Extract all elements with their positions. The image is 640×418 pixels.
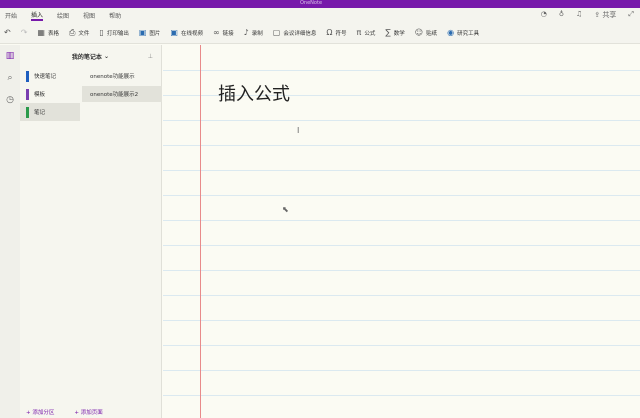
add-section-button[interactable]: + 添加分区 (26, 408, 54, 416)
tab-view[interactable]: 视图 (83, 11, 95, 20)
symbol-icon: Ω (326, 28, 333, 37)
notifications-icon[interactable]: ◔ (541, 10, 547, 20)
sticker-button[interactable]: ☺ 贴纸 (415, 28, 437, 37)
text-cursor-icon: I (297, 126, 300, 135)
share-label: 共享 (602, 11, 617, 19)
research-icon: ◉ (447, 28, 455, 37)
panel-footer: + 添加分区 + 添加页面 (26, 408, 103, 416)
notebooks-icon[interactable]: ▥ (0, 45, 20, 67)
share-button[interactable]: ⇪ 共享 (594, 10, 616, 20)
lightbulb-icon[interactable]: ♁ (559, 10, 564, 20)
section-color (26, 106, 29, 118)
notebook-selector[interactable]: 我的笔记本 ⌄ ⊥ (20, 45, 161, 67)
label: 会议详细信息 (283, 30, 317, 37)
picture-icon: ▣ (138, 28, 147, 37)
insert-toolbar: ↶ ↷ ▦ 表格 ⎙ 文件 ▯ 打印输出 ▣ 图片 ▣ 在线视频 ∞ 链接 ♪ 录制 ▢ 会议详… (0, 22, 640, 44)
audio-button[interactable]: ♪ 录制 (244, 28, 263, 37)
pointer-cursor-icon: ⬉ (282, 205, 289, 214)
section-templates[interactable]: 模板 (20, 85, 80, 103)
sticker-icon: ☺ (414, 28, 424, 37)
label: 录制 (251, 30, 263, 37)
label: 表格 (47, 30, 59, 37)
notebook-name: 我的笔记本 (71, 53, 102, 61)
window-title: OneNote (300, 0, 323, 6)
label: 打印输出 (106, 30, 129, 37)
add-page-button[interactable]: + 添加页面 (74, 408, 102, 416)
research-button[interactable]: ◉ 研究工具 (447, 28, 479, 37)
label: 研究工具 (457, 30, 480, 37)
page-title[interactable]: 插入公式 (218, 80, 290, 106)
printout-icon: ▯ (99, 28, 104, 37)
picture-button[interactable]: ▣ 图片 (139, 28, 161, 37)
expand-icon[interactable]: ⤢ (628, 10, 634, 20)
tab-insert[interactable]: 插入 (31, 10, 44, 21)
tab-help[interactable]: 帮助 (109, 11, 121, 20)
pin-icon[interactable]: ⊥ (148, 53, 153, 60)
file-button[interactable]: ⎙ 文件 (69, 28, 89, 38)
label: 图片 (149, 30, 161, 37)
section-label: 笔记 (34, 110, 46, 116)
label: 贴纸 (426, 30, 438, 37)
tab-draw[interactable]: 绘图 (57, 11, 69, 20)
meeting-icon: ▢ (272, 28, 281, 37)
title-actions: ◔ ♁ ♫ ⇪ 共享 ⤢ (541, 10, 634, 20)
table-icon: ▦ (37, 28, 45, 37)
section-label: 快速笔记 (34, 74, 57, 80)
navigation-panel: 我的笔记本 ⌄ ⊥ 快速笔记 模板 笔记 onenote功能展示 onenote功… (20, 45, 162, 418)
search-icon[interactable]: ⌕ (0, 67, 20, 89)
link-icon: ∞ (212, 28, 220, 37)
section-notes[interactable]: 笔记 (20, 103, 80, 121)
label: 链接 (222, 30, 234, 37)
redo-button[interactable]: ↷ (21, 28, 28, 37)
undo-button[interactable]: ↶ (4, 28, 11, 37)
section-color (26, 88, 29, 100)
page-item[interactable]: onenote功能展示 (82, 68, 162, 84)
audio-icon: ♪ (243, 28, 249, 37)
table-button[interactable]: ▦ 表格 (37, 28, 59, 37)
label: 在线视频 (180, 30, 203, 37)
page-label: onenote功能展示 (90, 74, 135, 80)
meeting-button[interactable]: ▢ 会议详细信息 (273, 28, 317, 37)
symbol-button[interactable]: Ω 符号 (326, 28, 346, 37)
equation-button[interactable]: π 公式 (357, 28, 376, 37)
label: 符号 (335, 30, 347, 37)
section-quick-notes[interactable]: 快速笔记 (20, 67, 80, 85)
math-button[interactable]: ∑ 数学 (385, 28, 404, 37)
equation-icon: π (356, 28, 362, 37)
recent-icon[interactable]: ◷ (0, 89, 20, 111)
tab-home[interactable]: 开始 (5, 11, 17, 20)
link-button[interactable]: ∞ 链接 (213, 28, 234, 37)
label: 公式 (364, 30, 376, 37)
section-label: 模板 (34, 92, 46, 98)
label: 文件 (78, 30, 90, 37)
online-video-button[interactable]: ▣ 在线视频 (170, 28, 203, 37)
file-icon: ⎙ (68, 27, 76, 37)
title-bar: OneNote (0, 0, 640, 8)
label: 数学 (393, 30, 405, 37)
section-color (26, 70, 29, 82)
printout-button[interactable]: ▯ 打印输出 (99, 28, 128, 37)
page-label: onenote功能展示2 (90, 92, 139, 98)
nav-rail: ▥ ⌕ ◷ (0, 45, 20, 418)
math-icon: ∑ (385, 28, 391, 37)
bell-icon[interactable]: ♫ (576, 10, 582, 20)
margin-line (200, 45, 201, 418)
online-video-icon: ▣ (170, 28, 178, 37)
page-item-selected[interactable]: onenote功能展示2 (82, 86, 162, 102)
